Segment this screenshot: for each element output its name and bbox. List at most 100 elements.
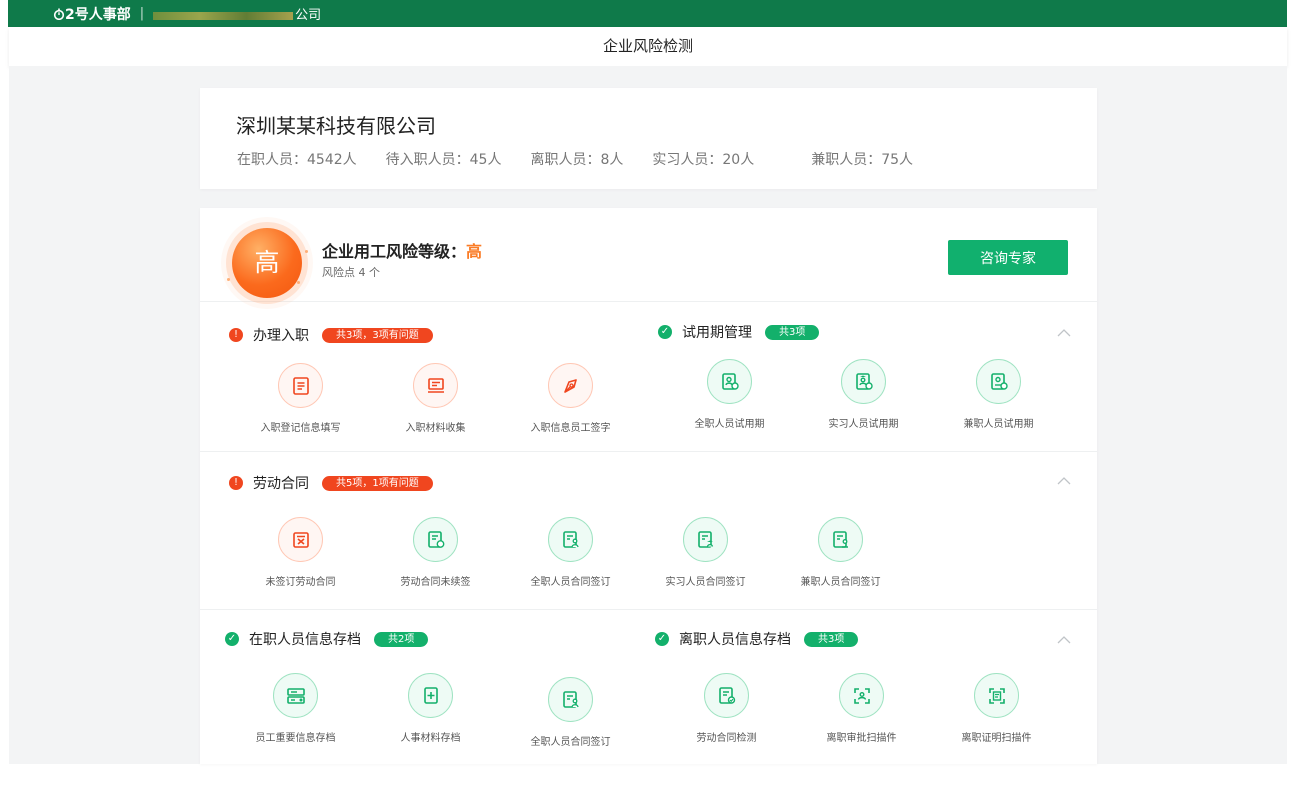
chevron-up-icon[interactable] <box>1057 326 1071 340</box>
check-item-parttime-contract[interactable]: 兼职人员合同签订 <box>773 517 908 588</box>
section-header-onboarding[interactable]: ! 办理入职 共3项，3项有问题 <box>229 325 433 345</box>
contract-person-icon <box>548 677 593 722</box>
item-label: 入职登记信息填写 <box>260 423 341 434</box>
section-header-leave-archive[interactable]: ✓ 离职人员信息存档 共3项 <box>655 629 859 649</box>
contract-person-icon <box>548 517 593 562</box>
person-card-clock-icon <box>707 359 752 404</box>
section-contract: ! 劳动合同 共5项，1项有问题 未签订劳动合同 劳动合同未续签 全职人员合同签… <box>200 452 1097 610</box>
stopwatch-icon <box>53 8 65 20</box>
section-header-contract[interactable]: ! 劳动合同 共5项，1项有问题 <box>229 473 433 493</box>
stat-interns: 实习人员：20人 <box>652 152 755 168</box>
check-item-parttime-probation[interactable]: 兼职人员试用期 <box>931 359 1066 430</box>
status-badge: 共5项，1项有问题 <box>322 475 433 491</box>
scan-document-icon <box>974 673 1019 718</box>
risk-level-label: 企业用工风险等级： <box>322 242 467 261</box>
section-title: 办理入职 <box>253 328 309 344</box>
item-label: 全职人员试用期 <box>694 419 765 430</box>
item-label: 离职审批扫描件 <box>826 733 897 744</box>
contract-intern-icon <box>683 517 728 562</box>
risk-summary: 高 企业用工风险等级：高 风险点 4 个 咨询专家 <box>200 208 1097 302</box>
id-card-icon <box>273 673 318 718</box>
chevron-up-icon[interactable] <box>1057 633 1071 647</box>
section-onboarding-probation: ! 办理入职 共3项，3项有问题 ✓ 试用期管理 共3项 入职登记信息填写 入职… <box>200 302 1097 452</box>
item-label: 入职信息员工签字 <box>530 423 611 434</box>
item-label: 劳动合同检测 <box>696 733 757 744</box>
risk-card: 高 企业用工风险等级：高 风险点 4 个 咨询专家 ! 办理入职 共3项，3项有… <box>200 208 1097 764</box>
item-label: 全职人员合同签订 <box>530 577 611 588</box>
status-badge: 共3项，3项有问题 <box>322 327 433 343</box>
sparkle-icon <box>227 278 230 281</box>
check-item-intern-probation[interactable]: 实习人员试用期 <box>796 359 931 430</box>
contract-cross-icon <box>278 517 323 562</box>
stat-departed-employees: 离职人员：8人 <box>530 152 624 168</box>
stat-pending-onboarding: 待入职人员：45人 <box>385 152 502 168</box>
item-label: 离职证明扫描件 <box>961 733 1032 744</box>
check-item-contract-inspection[interactable]: 劳动合同检测 <box>659 673 794 744</box>
check-item-contract-renewal[interactable]: 劳动合同未续签 <box>368 517 503 588</box>
document-tray-icon <box>413 363 458 408</box>
brand-name: 2号人事部 <box>65 6 131 23</box>
item-label: 人事材料存档 <box>400 733 461 744</box>
item-label: 兼职人员合同签订 <box>800 577 881 588</box>
check-item-employee-key-info[interactable]: 员工重要信息存档 <box>228 673 363 744</box>
check-item-intern-contract[interactable]: 实习人员合同签订 <box>638 517 773 588</box>
form-icon <box>278 363 323 408</box>
check-item-fulltime-contract[interactable]: 全职人员合同签订 <box>503 517 638 588</box>
risk-level-badge: 高 <box>232 228 302 298</box>
risk-level-title: 企业用工风险等级：高 <box>322 238 482 262</box>
pen-sign-icon <box>548 363 593 408</box>
section-title: 劳动合同 <box>253 476 309 492</box>
item-label: 全职人员合同签订 <box>530 737 611 748</box>
stat-active-employees: 在职人员：4542人 <box>237 152 357 168</box>
section-title: 试用期管理 <box>682 325 752 341</box>
redacted-company-text <box>153 11 294 20</box>
item-label: 未签订劳动合同 <box>265 577 336 588</box>
top-bar: 2号人事部 | 公司 <box>8 0 1287 27</box>
check-item-leave-approval-scan[interactable]: 离职审批扫描件 <box>794 673 929 744</box>
item-label: 实习人员合同签订 <box>665 577 746 588</box>
item-label: 兼职人员试用期 <box>963 419 1034 430</box>
check-item-leave-certificate-scan[interactable]: 离职证明扫描件 <box>929 673 1064 744</box>
item-label: 劳动合同未续签 <box>400 577 471 588</box>
brand-logo[interactable]: 2号人事部 <box>53 4 131 24</box>
section-title: 离职人员信息存档 <box>679 632 791 648</box>
check-item-fulltime-probation[interactable]: 全职人员试用期 <box>662 359 797 430</box>
consult-expert-button[interactable]: 咨询专家 <box>948 240 1068 275</box>
contract-parttime-icon <box>818 517 863 562</box>
intern-card-clock-icon <box>841 359 886 404</box>
contract-clock-icon <box>413 517 458 562</box>
risk-level-value: 高 <box>466 242 483 261</box>
status-badge: 共3项 <box>804 631 859 647</box>
status-badge: 共3项 <box>765 324 820 340</box>
exclamation-circle-icon: ! <box>229 328 243 342</box>
check-circle-icon: ✓ <box>225 632 239 646</box>
check-item-unsigned-contract[interactable]: 未签订劳动合同 <box>233 517 368 588</box>
check-circle-icon: ✓ <box>655 632 669 646</box>
contract-check-icon <box>704 673 749 718</box>
check-item-onboarding-form[interactable]: 入职登记信息填写 <box>233 363 368 434</box>
check-item-materials[interactable]: 入职材料收集 <box>368 363 503 434</box>
check-item-signature[interactable]: 入职信息员工签字 <box>503 363 638 434</box>
company-name-tail: 公司 <box>295 8 322 23</box>
folder-plus-icon <box>408 673 453 718</box>
separator: | <box>139 6 145 21</box>
item-label: 入职材料收集 <box>405 423 466 434</box>
item-label: 员工重要信息存档 <box>255 733 336 744</box>
company-switcher[interactable]: 公司 <box>153 4 321 23</box>
page-title-bar: 企业风险检测 <box>9 27 1287 66</box>
section-archives: ✓ 在职人员信息存档 共2项 ✓ 离职人员信息存档 共3项 员工重要信息存档 人… <box>200 610 1097 764</box>
sparkle-icon <box>305 250 308 253</box>
employee-stats: 在职人员：4542人 待入职人员：45人 离职人员：8人 实习人员：20人 兼职… <box>237 149 942 169</box>
company-title: 深圳某某科技有限公司 <box>236 114 436 138</box>
check-item-archive-fulltime-contract[interactable]: 全职人员合同签订 <box>503 677 638 748</box>
risk-points-count: 风险点 4 个 <box>322 266 380 279</box>
section-title: 在职人员信息存档 <box>249 632 361 648</box>
check-item-hr-materials[interactable]: 人事材料存档 <box>363 673 498 744</box>
parttime-card-clock-icon <box>976 359 1021 404</box>
exclamation-circle-icon: ! <box>229 476 243 490</box>
section-header-active-archive[interactable]: ✓ 在职人员信息存档 共2项 <box>225 629 429 649</box>
section-header-probation[interactable]: ✓ 试用期管理 共3项 <box>658 322 820 342</box>
stat-part-time: 兼职人员：75人 <box>811 152 914 168</box>
chevron-up-icon[interactable] <box>1057 474 1071 488</box>
status-badge: 共2项 <box>374 631 429 647</box>
